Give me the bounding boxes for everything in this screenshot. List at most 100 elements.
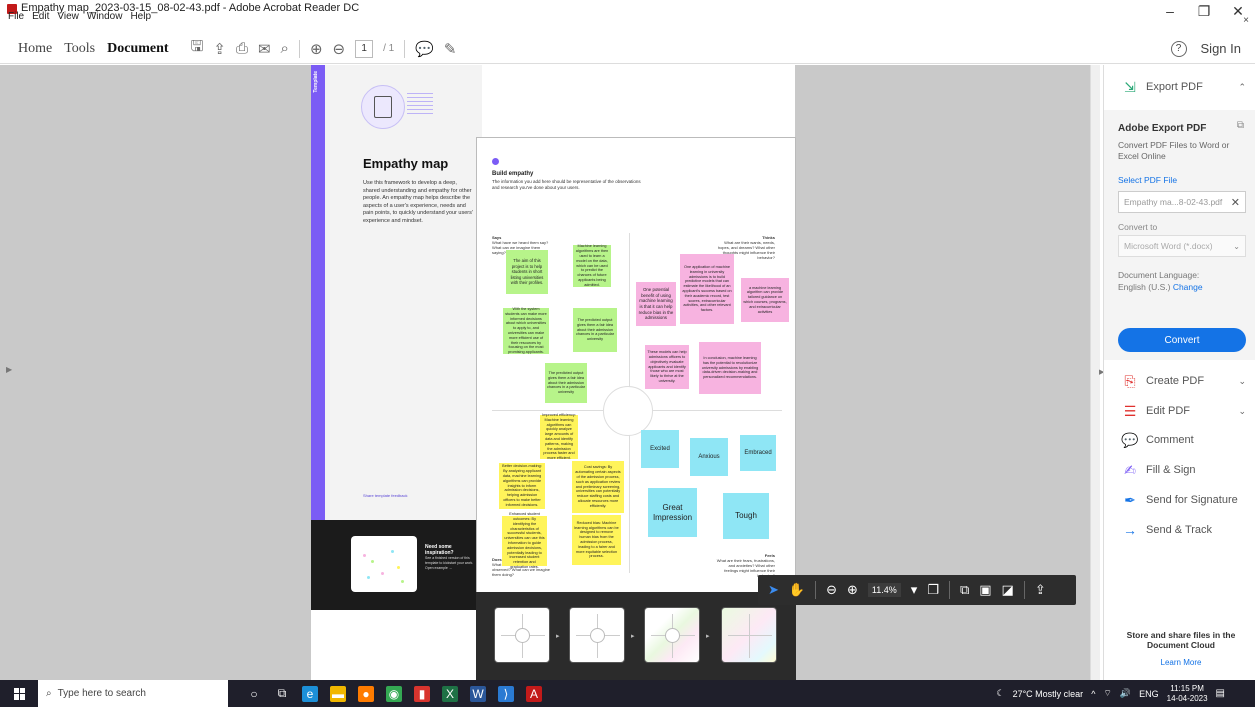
sticky-note-yellow[interactable]: Better decision-making: By analyzing app…	[499, 463, 545, 509]
tray-chevron-icon[interactable]: ^	[1091, 689, 1095, 699]
page-view-icon[interactable]: ❐	[927, 582, 939, 598]
pen-icon[interactable]: ✎	[444, 40, 457, 58]
step-thumbnail[interactable]	[569, 607, 625, 663]
word-icon[interactable]: W	[470, 685, 486, 702]
sticky-note-green[interactable]: With the system students can make more i…	[503, 307, 549, 354]
sticky-note-pink[interactable]: a machine learning algorithm can provide…	[741, 278, 789, 322]
notification-icon[interactable]: ▤	[1216, 688, 1225, 699]
select-tool-icon[interactable]: ➤	[768, 582, 779, 598]
open-example-link[interactable]: Open example →	[425, 566, 475, 571]
close-button[interactable]: ✕	[1221, 0, 1255, 22]
zoom-in-icon[interactable]: ⊕	[847, 582, 858, 598]
sticky-note-green[interactable]: The predicted output gives them a fair i…	[573, 308, 617, 352]
sticky-note-yellow[interactable]: Cost savings: By automating certain aspe…	[572, 461, 624, 513]
page-number-input[interactable]: 1	[355, 39, 374, 58]
remove-file-icon[interactable]: ✕	[1231, 196, 1240, 209]
convert-button[interactable]: Convert	[1118, 328, 1246, 352]
export-pdf-header[interactable]: ⇲ Export PDF ⌃	[1122, 79, 1246, 95]
email-icon[interactable]: ✉	[258, 40, 271, 58]
fit-page-icon[interactable]: ⧉	[960, 582, 969, 598]
sticky-note-blue[interactable]: Anxious	[690, 438, 728, 476]
sticky-note-yellow[interactable]: Enhanced student outcomes: By identifyin…	[502, 512, 547, 569]
close-document-icon[interactable]: ×	[1243, 15, 1249, 26]
sticky-note-blue[interactable]: Excited	[641, 430, 679, 468]
hand-tool-icon[interactable]: ✋	[789, 582, 805, 598]
sticky-note-green[interactable]: The predicted output gives them a fair i…	[545, 363, 587, 403]
chrome-icon[interactable]: ◉	[386, 685, 402, 702]
convert-format-select[interactable]: Microsoft Word (*.docx) ⌄	[1118, 235, 1246, 257]
sticky-note-yellow[interactable]: Improved efficiency: Machine learning al…	[540, 413, 578, 460]
sticky-note-blue[interactable]: Tough	[723, 493, 769, 539]
document-workspace[interactable]: ▶ Template Empathy map Use this framewor…	[0, 65, 1100, 680]
sticky-note-pink[interactable]: One potential benefit of using machine l…	[636, 282, 676, 326]
tool-send-track[interactable]: → Send & Track	[1122, 522, 1246, 538]
zoom-level-select[interactable]: 11.4%	[867, 583, 901, 597]
next-page-icon[interactable]: ⊖	[333, 40, 346, 58]
select-pdf-file-link[interactable]: Select PDF File	[1118, 175, 1177, 185]
search-icon[interactable]: ⌕	[281, 40, 289, 57]
menu-view[interactable]: View	[57, 11, 79, 22]
zoom-dropdown-icon[interactable]: ▾	[911, 582, 918, 598]
share-icon[interactable]: ⇪	[1035, 582, 1046, 598]
minimize-button[interactable]: –	[1153, 0, 1187, 22]
copy-icon[interactable]: ⧉	[1237, 120, 1244, 131]
tool-create-pdf[interactable]: ⎘ Create PDF ⌄	[1122, 373, 1246, 389]
network-icon[interactable]: ⌔	[1103, 688, 1111, 699]
restore-button[interactable]: ❐	[1187, 0, 1221, 22]
change-language-link[interactable]: Change	[1173, 282, 1203, 292]
fit-width-icon[interactable]: ▣	[979, 582, 991, 598]
file-explorer-icon[interactable]: ▬	[330, 685, 346, 702]
nav-home[interactable]: Home	[18, 41, 52, 57]
edge-icon[interactable]: e	[302, 685, 318, 702]
selected-file-field[interactable]: Empathy ma...8-02-43.pdf ✕	[1118, 191, 1246, 213]
step-thumbnail[interactable]	[721, 607, 777, 663]
taskbar-clock[interactable]: 11:15 PM 14-04-2023	[1167, 684, 1208, 704]
sticky-note-blue[interactable]: Great Impression	[648, 488, 697, 537]
help-icon[interactable]: ?	[1170, 40, 1187, 57]
learn-more-link[interactable]: Learn More	[1116, 658, 1246, 667]
full-screen-icon[interactable]: ◪	[1002, 582, 1014, 598]
tool-edit-pdf[interactable]: ☰ Edit PDF ⌄	[1122, 403, 1246, 419]
menu-window[interactable]: Window	[87, 11, 123, 22]
sticky-note-pink[interactable]: These models can help admissions officer…	[645, 345, 689, 389]
menu-file[interactable]: File	[8, 11, 24, 22]
sticky-note-pink[interactable]: In conclusion, machine learning has the …	[699, 342, 761, 394]
step-thumbnail[interactable]	[494, 607, 550, 663]
weather-icon[interactable]: ☾	[996, 688, 1004, 699]
office-icon[interactable]: ▮	[414, 685, 430, 702]
task-view-icon[interactable]: ⧉	[274, 686, 290, 702]
acrobat-taskbar-icon[interactable]: A	[526, 685, 542, 702]
tool-comment[interactable]: 💬 Comment	[1121, 432, 1246, 448]
sticky-note-yellow[interactable]: Reduced bias: Machine learning algorithm…	[572, 515, 621, 565]
print-icon[interactable]: ⎙	[236, 40, 248, 57]
comment-icon[interactable]: 💬	[415, 40, 434, 58]
left-panel-toggle-icon[interactable]: ▶	[6, 365, 12, 374]
cortana-icon[interactable]: ○	[246, 686, 262, 702]
menu-edit[interactable]: Edit	[32, 11, 49, 22]
sign-in-link[interactable]: Sign In	[1201, 41, 1241, 56]
nav-document[interactable]: Document	[107, 41, 168, 57]
sticky-note-green[interactable]: Machine learning algorithms are then use…	[573, 244, 611, 287]
excel-icon[interactable]: X	[442, 685, 458, 702]
sticky-note-blue[interactable]: Embraced	[740, 435, 776, 471]
save-icon[interactable]: 🖫	[191, 36, 204, 61]
feedback-link[interactable]: Share template feedback	[363, 493, 407, 498]
prev-page-icon[interactable]: ⊕	[310, 40, 323, 58]
tool-fill-sign[interactable]: ✍ Fill & Sign	[1122, 462, 1246, 478]
example-thumbnail[interactable]	[351, 536, 417, 592]
language-indicator[interactable]: ENG	[1139, 689, 1159, 699]
tool-send-signature[interactable]: ✒ Send for Signature	[1122, 492, 1246, 508]
step-thumbnail[interactable]	[644, 607, 700, 663]
sticky-note-pink[interactable]: One application of machine learning in u…	[680, 254, 734, 324]
vscode-icon[interactable]: ⟩	[498, 685, 514, 702]
menu-help[interactable]: Help	[130, 11, 151, 22]
volume-icon[interactable]: 🔊	[1120, 688, 1131, 699]
weather-text[interactable]: 27°C Mostly clear	[1013, 689, 1084, 699]
nav-tools[interactable]: Tools	[64, 41, 95, 57]
firefox-icon[interactable]: ●	[358, 685, 374, 702]
taskbar-search[interactable]: ⌕ Type here to search	[38, 680, 228, 707]
zoom-out-icon[interactable]: ⊖	[826, 582, 837, 598]
windows-start-icon[interactable]	[14, 687, 26, 700]
sticky-note-green[interactable]: The aim of this project is to help stude…	[506, 250, 548, 294]
upload-icon[interactable]: ⇪	[213, 40, 226, 58]
